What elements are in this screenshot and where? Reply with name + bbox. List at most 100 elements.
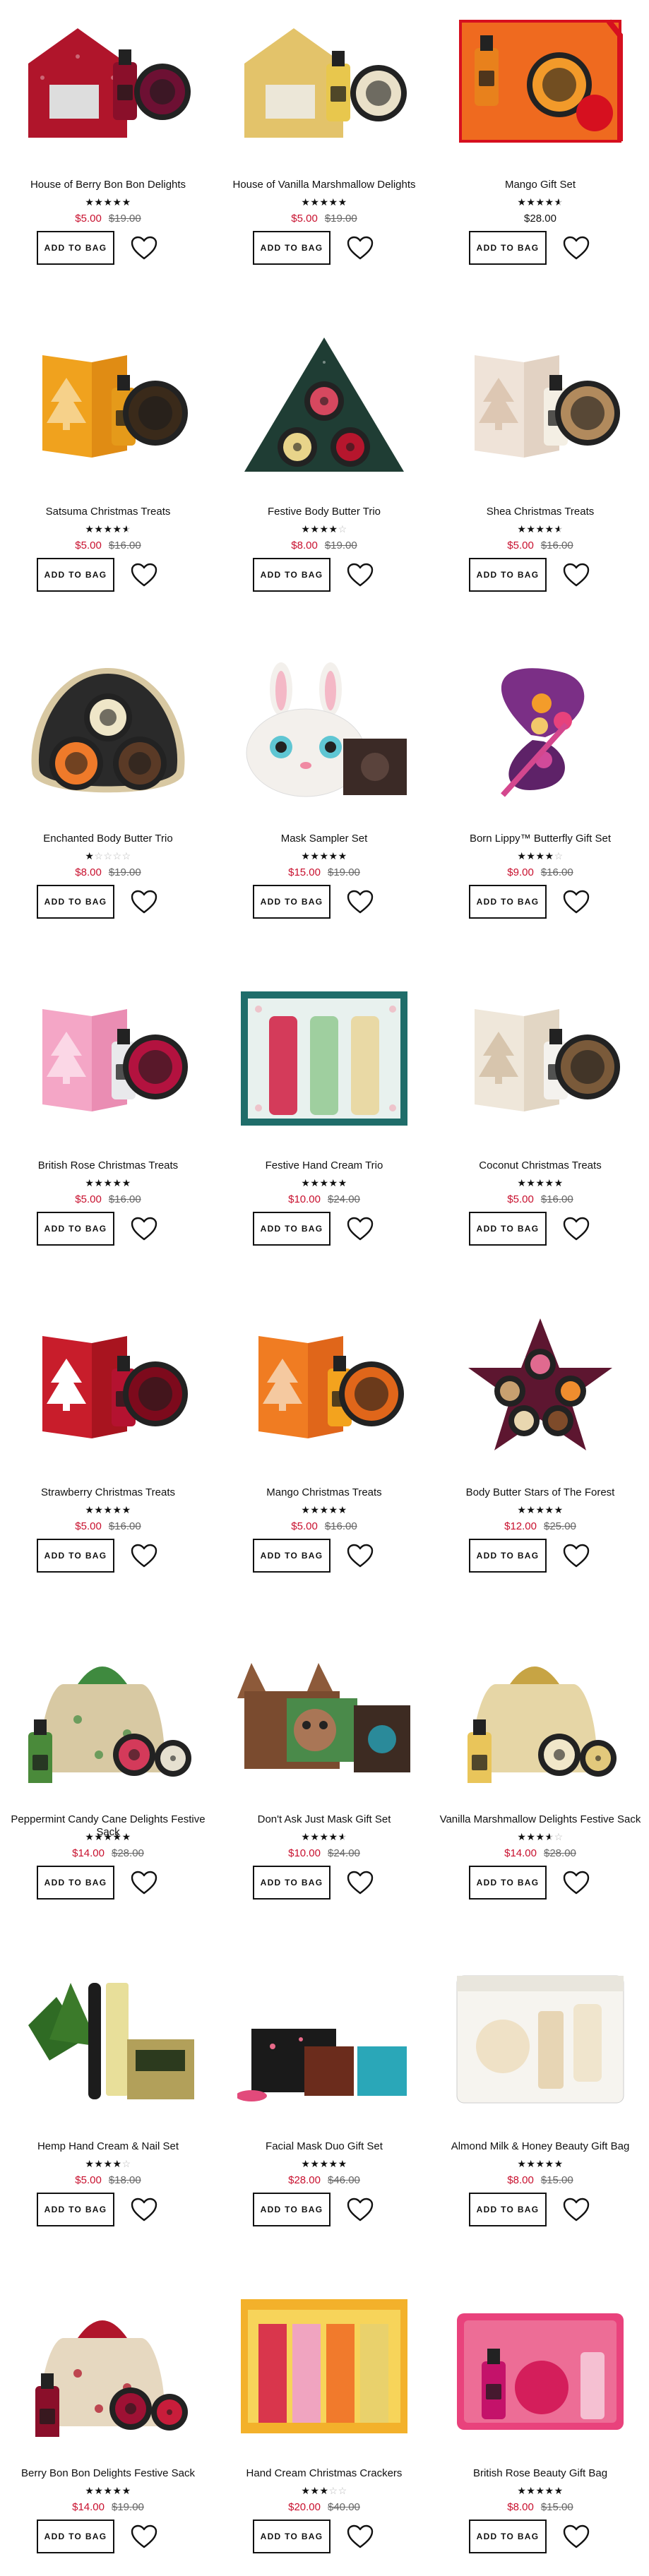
product-name[interactable]: Facial Mask Duo Gift Set — [216, 2140, 432, 2153]
product-thumbnail[interactable] — [21, 7, 195, 148]
product-image[interactable] — [237, 988, 411, 1129]
product-name[interactable]: Don't Ask Just Mask Gift Set — [216, 1813, 432, 1826]
product-image[interactable] — [21, 2296, 195, 2437]
heart-icon[interactable] — [562, 1543, 590, 1568]
product-image[interactable] — [237, 1642, 411, 1783]
add-to-bag-button[interactable]: ADD TO BAG — [469, 2520, 547, 2553]
heart-icon[interactable] — [562, 562, 590, 588]
product-name[interactable]: Mask Sampler Set — [216, 833, 432, 845]
product-thumbnail[interactable] — [21, 2296, 195, 2437]
product-name[interactable]: Vanilla Marshmallow Delights Festive Sac… — [432, 1813, 648, 1826]
add-to-bag-button[interactable]: ADD TO BAG — [253, 2520, 331, 2553]
product-name[interactable]: Born Lippy™ Butterfly Gift Set — [432, 833, 648, 845]
heart-icon[interactable] — [562, 235, 590, 261]
heart-icon[interactable] — [562, 2197, 590, 2222]
product-thumbnail[interactable] — [21, 1969, 195, 2110]
add-to-bag-button[interactable]: ADD TO BAG — [253, 231, 331, 265]
heart-icon[interactable] — [346, 235, 374, 261]
heart-icon[interactable] — [562, 1216, 590, 1241]
product-image[interactable] — [453, 1315, 627, 1456]
product-name[interactable]: British Rose Beauty Gift Bag — [432, 2467, 648, 2480]
add-to-bag-button[interactable]: ADD TO BAG — [253, 2193, 331, 2226]
add-to-bag-button[interactable]: ADD TO BAG — [37, 558, 114, 592]
product-thumbnail[interactable] — [453, 661, 627, 802]
heart-icon[interactable] — [130, 889, 158, 914]
add-to-bag-button[interactable]: ADD TO BAG — [469, 2193, 547, 2226]
add-to-bag-button[interactable]: ADD TO BAG — [469, 1212, 547, 1246]
product-image[interactable] — [237, 1969, 411, 2110]
product-image[interactable] — [21, 661, 195, 802]
product-image[interactable] — [21, 334, 195, 475]
product-thumbnail[interactable] — [237, 7, 411, 148]
product-thumbnail[interactable] — [453, 1969, 627, 2110]
add-to-bag-button[interactable]: ADD TO BAG — [37, 1212, 114, 1246]
add-to-bag-button[interactable]: ADD TO BAG — [469, 231, 547, 265]
product-thumbnail[interactable] — [453, 1315, 627, 1456]
add-to-bag-button[interactable]: ADD TO BAG — [37, 2193, 114, 2226]
product-image[interactable] — [237, 2296, 411, 2437]
heart-icon[interactable] — [130, 2524, 158, 2549]
heart-icon[interactable] — [130, 1216, 158, 1241]
product-thumbnail[interactable] — [453, 988, 627, 1129]
product-name[interactable]: House of Berry Bon Bon Delights — [0, 179, 216, 191]
product-name[interactable]: Hemp Hand Cream & Nail Set — [0, 2140, 216, 2153]
product-image[interactable] — [453, 988, 627, 1129]
product-image[interactable] — [453, 2296, 627, 2437]
product-name[interactable]: House of Vanilla Marshmallow Delights — [216, 179, 432, 191]
product-name[interactable]: Hand Cream Christmas Crackers — [216, 2467, 432, 2480]
product-name[interactable]: Enchanted Body Butter Trio — [0, 833, 216, 845]
add-to-bag-button[interactable]: ADD TO BAG — [37, 1539, 114, 1573]
product-thumbnail[interactable] — [21, 334, 195, 475]
product-name[interactable]: Body Butter Stars of The Forest — [432, 1486, 648, 1499]
product-thumbnail[interactable] — [237, 334, 411, 475]
heart-icon[interactable] — [346, 889, 374, 914]
add-to-bag-button[interactable]: ADD TO BAG — [469, 885, 547, 919]
product-image[interactable] — [237, 661, 411, 802]
add-to-bag-button[interactable]: ADD TO BAG — [253, 1539, 331, 1573]
heart-icon[interactable] — [130, 562, 158, 588]
product-thumbnail[interactable] — [237, 661, 411, 802]
product-name[interactable]: Strawberry Christmas Treats — [0, 1486, 216, 1499]
product-image[interactable] — [237, 1315, 411, 1456]
product-thumbnail[interactable] — [237, 2296, 411, 2437]
product-name[interactable]: Mango Christmas Treats — [216, 1486, 432, 1499]
add-to-bag-button[interactable]: ADD TO BAG — [253, 1866, 331, 1900]
heart-icon[interactable] — [346, 1870, 374, 1895]
heart-icon[interactable] — [346, 562, 374, 588]
heart-icon[interactable] — [130, 2197, 158, 2222]
product-image[interactable] — [237, 7, 411, 148]
product-name[interactable]: Festive Hand Cream Trio — [216, 1159, 432, 1172]
product-name[interactable]: Almond Milk & Honey Beauty Gift Bag — [432, 2140, 648, 2153]
product-image[interactable] — [21, 1315, 195, 1456]
product-image[interactable] — [237, 334, 411, 475]
heart-icon[interactable] — [562, 889, 590, 914]
add-to-bag-button[interactable]: ADD TO BAG — [469, 1866, 547, 1900]
product-name[interactable]: Mango Gift Set — [432, 179, 648, 191]
add-to-bag-button[interactable]: ADD TO BAG — [253, 1212, 331, 1246]
heart-icon[interactable] — [562, 1870, 590, 1895]
add-to-bag-button[interactable]: ADD TO BAG — [37, 885, 114, 919]
product-image[interactable] — [21, 1642, 195, 1783]
heart-icon[interactable] — [130, 1543, 158, 1568]
product-thumbnail[interactable] — [21, 988, 195, 1129]
product-image[interactable] — [453, 661, 627, 802]
product-image[interactable] — [21, 988, 195, 1129]
product-thumbnail[interactable] — [453, 1642, 627, 1783]
product-thumbnail[interactable] — [237, 1642, 411, 1783]
add-to-bag-button[interactable]: ADD TO BAG — [37, 2520, 114, 2553]
heart-icon[interactable] — [346, 1543, 374, 1568]
product-name[interactable]: British Rose Christmas Treats — [0, 1159, 216, 1172]
product-thumbnail[interactable] — [453, 7, 627, 148]
add-to-bag-button[interactable]: ADD TO BAG — [469, 1539, 547, 1573]
product-thumbnail[interactable] — [237, 1969, 411, 2110]
product-image[interactable] — [453, 7, 627, 148]
product-image[interactable] — [21, 7, 195, 148]
product-name[interactable]: Coconut Christmas Treats — [432, 1159, 648, 1172]
product-name[interactable]: Satsuma Christmas Treats — [0, 506, 216, 518]
product-thumbnail[interactable] — [453, 2296, 627, 2437]
product-name[interactable]: Shea Christmas Treats — [432, 506, 648, 518]
product-name[interactable]: Festive Body Butter Trio — [216, 506, 432, 518]
heart-icon[interactable] — [562, 2524, 590, 2549]
product-thumbnail[interactable] — [21, 1642, 195, 1783]
product-thumbnail[interactable] — [21, 661, 195, 802]
